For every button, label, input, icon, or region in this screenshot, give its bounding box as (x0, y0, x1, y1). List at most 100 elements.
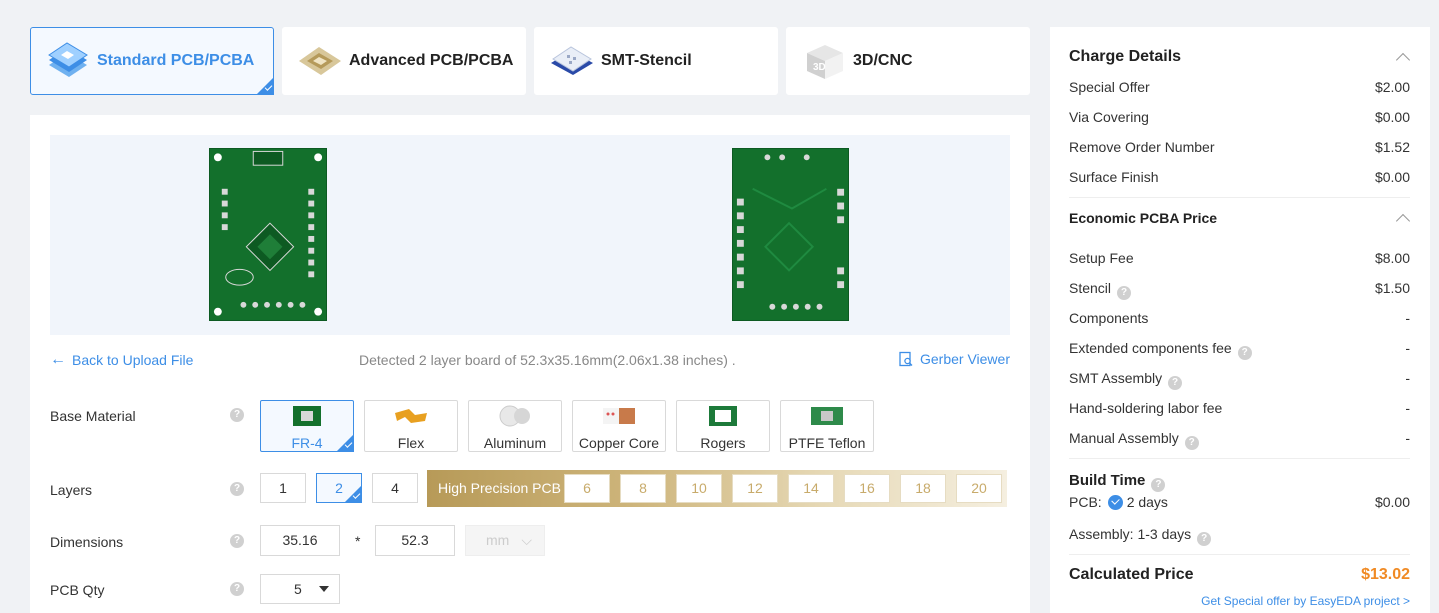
material-aluminum[interactable]: Aluminum (468, 400, 562, 452)
layer-option-selected[interactable]: 2 (316, 473, 362, 503)
flex-board-icon (395, 409, 427, 423)
help-icon[interactable]: ? (230, 482, 244, 496)
pcba-label: Extended components fee (1069, 340, 1232, 356)
tab-label: Standard PCB/PCBA (97, 52, 255, 69)
hp-layer-option[interactable]: 18 (900, 474, 946, 503)
dimension-height-input[interactable]: 52.3 (375, 525, 455, 556)
help-icon[interactable]: ? (1184, 436, 1199, 450)
chevron-up-icon[interactable] (1395, 52, 1411, 68)
copper-core-icon (603, 408, 635, 424)
upload-info-row: ← Back to Upload File Detected 2 layer b… (50, 351, 1010, 371)
charge-value: $1.52 (1374, 139, 1410, 155)
layer-option[interactable]: 4 (372, 473, 418, 503)
material-fr4[interactable]: FR-4 (260, 400, 354, 452)
build-time-pcb-row: PCB: 2 days $0.00 (1069, 494, 1410, 514)
build-time-title: Build Time (1069, 472, 1146, 489)
unit-select[interactable]: mm ⌵ (465, 525, 545, 556)
hp-layer-option[interactable]: 14 (788, 474, 834, 503)
hp-layer-option[interactable]: 8 (620, 474, 666, 503)
charge-sidebar: Charge Details Special Offer $2.00 Via Co… (1050, 27, 1430, 613)
help-icon[interactable]: ? (230, 534, 244, 548)
pcba-row: SMT Assembly? - (1069, 370, 1410, 390)
base-material-label: Base Material (50, 408, 136, 424)
arrow-left-icon: ← (50, 351, 66, 368)
dimension-width-input[interactable]: 35.16 (260, 525, 340, 556)
gerber-viewer-link[interactable]: Gerber Viewer (898, 351, 1010, 367)
selected-check-icon (256, 77, 274, 95)
tab-3d-cnc[interactable]: 3D 3D/CNC (786, 27, 1030, 95)
hp-layer-option[interactable]: 10 (676, 474, 722, 503)
tab-smt-stencil[interactable]: SMT-Stencil (534, 27, 778, 95)
pcb-back-image (732, 148, 849, 321)
pcba-value: $8.00 (1374, 250, 1410, 266)
chevron-up-icon[interactable] (1395, 213, 1411, 229)
divider (1069, 458, 1410, 459)
help-icon[interactable]: ? (1117, 286, 1132, 300)
pcba-value: - (1405, 370, 1410, 386)
hp-layer-option[interactable]: 16 (844, 474, 890, 503)
pcb-options-panel: ← Back to Upload File Detected 2 layer b… (30, 115, 1030, 613)
material-flex[interactable]: Flex (364, 400, 458, 452)
fr4-board-icon (293, 406, 321, 426)
svg-text:3D: 3D (813, 62, 826, 73)
chip-gold-icon (299, 47, 341, 75)
layers-label: Layers (50, 482, 93, 498)
stencil-icon (551, 46, 593, 75)
pcb-qty-label: PCB Qty (50, 582, 105, 598)
pcba-value: - (1405, 340, 1410, 356)
pcba-value: $1.50 (1374, 280, 1410, 296)
charge-value: $0.00 (1374, 109, 1410, 125)
assembly-build-days: 1-3 days (1137, 526, 1192, 542)
divider (1069, 554, 1410, 555)
pcba-price-title: Economic PCBA Price (1069, 210, 1218, 226)
pcba-row: Manual Assembly? - (1069, 430, 1410, 450)
pcba-row: Components - (1069, 310, 1410, 330)
material-ptfe-teflon[interactable]: PTFE Teflon (780, 400, 874, 452)
pcb-build-days: 2 days (1126, 494, 1168, 510)
high-precision-label: High Precision PCB (438, 480, 561, 496)
check-circle-icon[interactable] (1107, 495, 1123, 510)
material-label: Aluminum (483, 435, 547, 451)
pcb-stack-icon (48, 42, 88, 77)
hp-layer-option[interactable]: 12 (732, 474, 778, 503)
material-copper-core[interactable]: Copper Core (572, 400, 666, 452)
material-rogers[interactable]: Rogers (676, 400, 770, 452)
help-icon[interactable]: ? (1237, 346, 1252, 360)
pcb-build-price: $0.00 (1374, 494, 1410, 510)
gerber-viewer-icon (899, 351, 913, 367)
tab-advanced-pcb[interactable]: Advanced PCB/PCBA (282, 27, 526, 95)
pcba-label: Manual Assembly (1069, 430, 1179, 446)
charge-label: Surface Finish (1069, 169, 1159, 185)
cube-3d-icon: 3D (807, 45, 843, 79)
pcba-value: - (1405, 310, 1410, 326)
charge-value: $0.00 (1374, 169, 1410, 185)
back-to-upload-link[interactable]: ← Back to Upload File (50, 351, 193, 369)
selected-check-icon (336, 434, 354, 452)
help-icon[interactable]: ? (230, 582, 244, 596)
special-offer-link[interactable]: Get Special offer by EasyEDA project > (1201, 594, 1410, 608)
material-label: Flex (397, 435, 425, 451)
help-icon[interactable]: ? (230, 408, 244, 422)
material-label: Copper Core (578, 435, 660, 451)
pcb-qty-select[interactable]: 5 (260, 574, 340, 604)
help-icon[interactable]: ? (1151, 478, 1166, 492)
hp-layer-option[interactable]: 20 (956, 474, 1002, 503)
tab-standard-pcb[interactable]: Standard PCB/PCBA (30, 27, 274, 95)
charge-row: Remove Order Number $1.52 (1069, 139, 1410, 159)
tab-label: 3D/CNC (853, 52, 913, 69)
charge-row: Via Covering $0.00 (1069, 109, 1410, 129)
pcb-front-image (209, 148, 327, 321)
tab-label: SMT-Stencil (601, 52, 692, 69)
help-icon[interactable]: ? (1168, 376, 1183, 390)
layer-option[interactable]: 1 (260, 473, 306, 503)
dimension-times-symbol: * (355, 533, 361, 549)
back-link-label: Back to Upload File (72, 352, 194, 368)
hp-layer-option[interactable]: 6 (564, 474, 610, 503)
pcba-row: Stencil? $1.50 (1069, 280, 1410, 300)
pcba-label: Components (1069, 310, 1149, 326)
help-icon[interactable]: ? (1197, 532, 1212, 546)
charge-label: Remove Order Number (1069, 139, 1215, 155)
material-label: PTFE Teflon (788, 435, 866, 451)
pcba-row: Extended components fee? - (1069, 340, 1410, 360)
layer-option-label: 2 (335, 480, 343, 496)
